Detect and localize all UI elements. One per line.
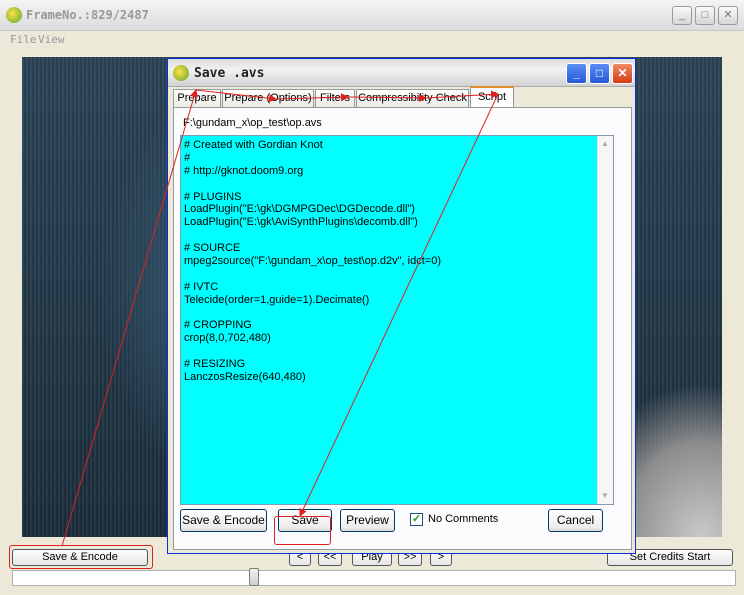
script-line — [184, 229, 441, 242]
dialog-app-icon — [173, 65, 189, 81]
script-line: # RESIZING — [184, 358, 246, 371]
script-line — [184, 307, 441, 320]
main-window-title: FrameNo.:829/2487 — [26, 8, 149, 22]
dialog-close-button[interactable]: ✕ — [612, 63, 633, 84]
script-textarea[interactable]: # Created with Gordian Knot # # http://gkn… — [180, 135, 614, 505]
tab-filters[interactable]: Filters — [315, 89, 355, 107]
tab-script[interactable]: Script — [470, 86, 514, 108]
script-line: # http://gknot.doom9.org — [184, 164, 304, 177]
script-line: crop(8,0,702,480) — [184, 332, 271, 345]
tab-compressibility-check[interactable]: Compressibility Check — [356, 89, 469, 107]
dialog-title: Save .avs — [194, 66, 265, 81]
script-line: # Created with Gordian Knot — [184, 139, 323, 151]
main-save-encode-button[interactable]: Save & Encode — [12, 549, 148, 566]
dialog-save-encode-button[interactable]: Save & Encode — [180, 509, 267, 532]
script-line — [184, 178, 441, 191]
script-line: LoadPlugin("E:\gk\DGMPGDec\DGDecode.dll"… — [184, 203, 415, 216]
menu-file[interactable]: File — [10, 33, 37, 46]
save-button[interactable]: Save — [278, 509, 332, 532]
close-button[interactable]: ✕ — [718, 6, 738, 25]
frame-slider-thumb[interactable] — [249, 568, 259, 586]
script-line: # — [184, 151, 191, 164]
avs-file-path: F:\gundam_x\op_test\op.avs — [183, 117, 322, 129]
script-line: LoadPlugin("E:\gk\AviSynthPlugins\decomb… — [184, 216, 418, 229]
script-line: # IVTC — [184, 280, 219, 293]
script-scrollbar[interactable]: ▲ ▼ — [597, 136, 613, 504]
tab-prepare-options[interactable]: Prepare (Options) — [222, 89, 314, 107]
no-comments-label: No Comments — [428, 513, 499, 525]
script-lines: # Created with Gordian Knot # # http://gkn… — [184, 139, 441, 384]
script-line: Telecide(order=1,guide=1).Decimate() — [184, 293, 370, 306]
script-tab-panel: F:\gundam_x\op_test\op.avs # Created wit… — [173, 107, 632, 550]
dialog-minimize-button[interactable]: _ — [566, 63, 587, 84]
preview-button[interactable]: Preview — [340, 509, 395, 532]
script-line — [184, 345, 441, 358]
app-icon — [6, 7, 22, 23]
tab-prepare[interactable]: Prepare — [173, 89, 221, 107]
minimize-button[interactable]: _ — [672, 6, 692, 25]
scroll-down-arrow-icon[interactable]: ▼ — [599, 489, 611, 503]
menu-view[interactable]: View — [38, 33, 65, 46]
no-comments-checkbox[interactable]: ✓ — [410, 513, 423, 526]
script-line: # PLUGINS — [184, 190, 242, 203]
script-line — [184, 268, 441, 281]
script-line: # SOURCE — [184, 242, 241, 255]
maximize-button[interactable]: □ — [695, 6, 715, 25]
script-line: mpeg2source("F:\gundam_x\op_test\op.d2v"… — [184, 255, 441, 268]
dialog-title-bar: Save .avs _ □ ✕ — [168, 59, 635, 87]
script-line: LanczosResize(640,480) — [184, 371, 306, 384]
main-title-bar: FrameNo.:829/2487 _ □ ✕ — [0, 0, 744, 31]
menu-bar: File View — [0, 31, 744, 49]
dialog-maximize-button[interactable]: □ — [589, 63, 610, 84]
save-avs-dialog: Save .avs _ □ ✕ Prepare Prepare (Options… — [167, 58, 636, 554]
frame-slider-track[interactable] — [12, 570, 736, 586]
scroll-up-arrow-icon[interactable]: ▲ — [599, 137, 611, 151]
script-line: # CROPPING — [184, 319, 252, 332]
cancel-button[interactable]: Cancel — [548, 509, 603, 532]
